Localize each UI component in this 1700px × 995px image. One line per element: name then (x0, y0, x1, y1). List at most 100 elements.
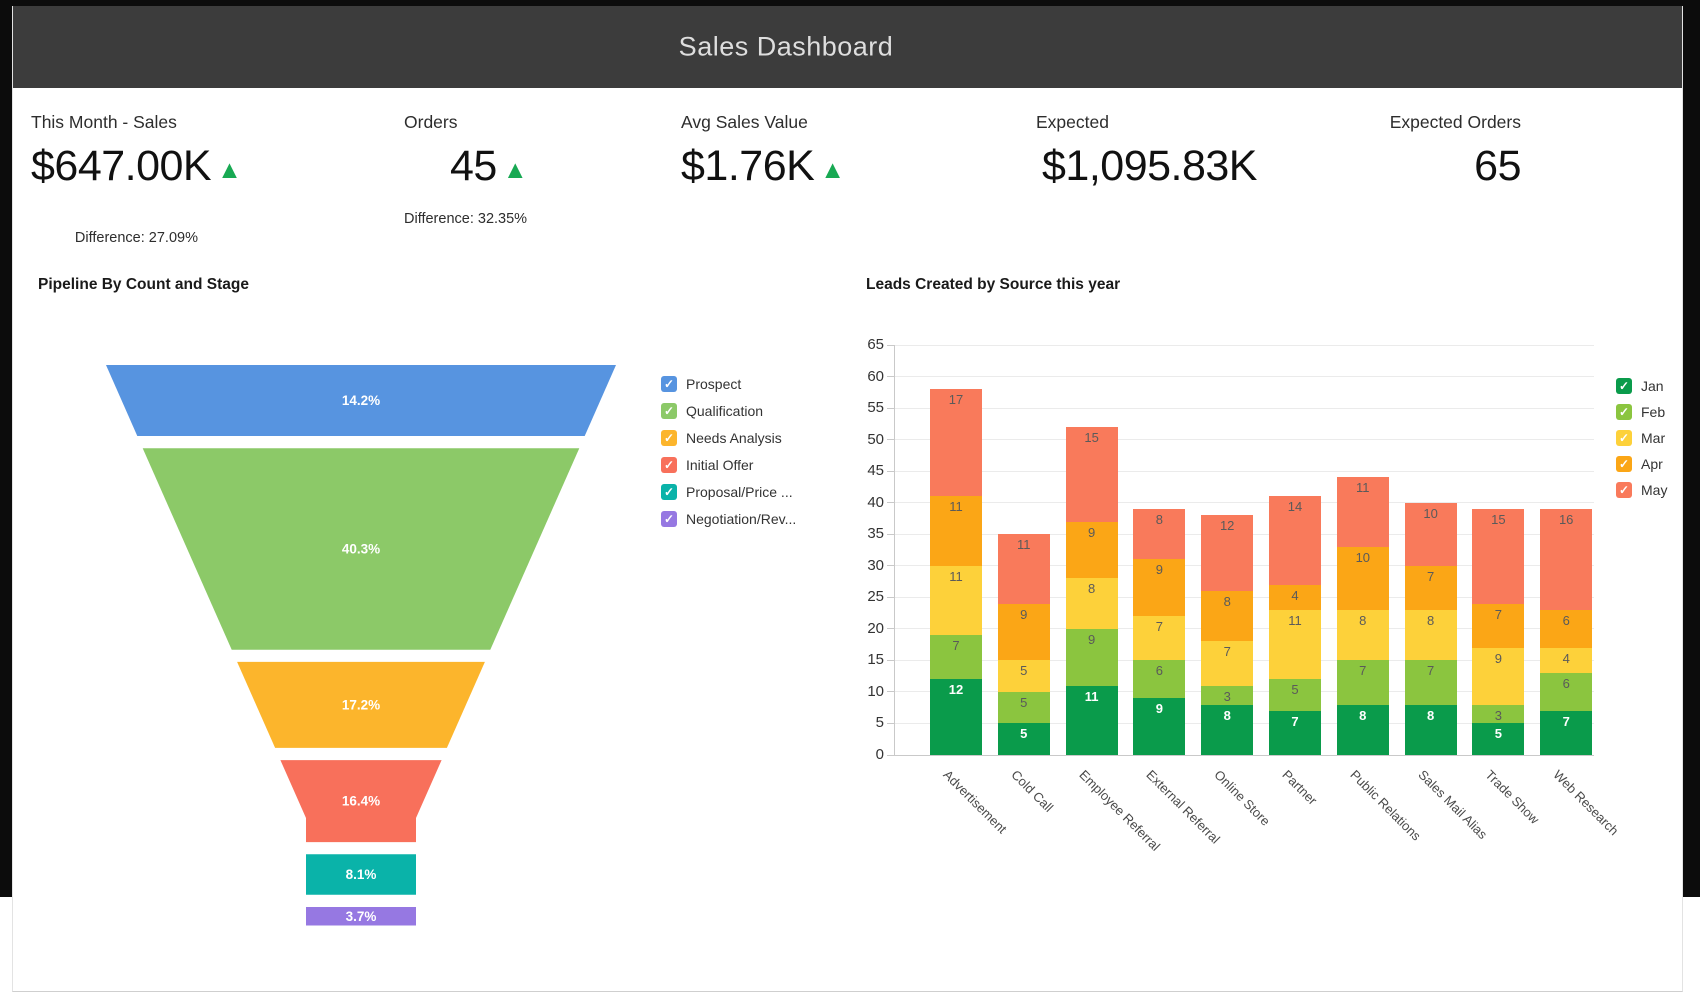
bar-value-label: 15 (1472, 512, 1524, 527)
bar-value-label: 9 (1066, 632, 1118, 647)
bar-value-label: 12 (930, 682, 982, 697)
x-axis-category-label: Sales Mail Alias (1415, 767, 1490, 842)
y-axis-tick-label: 20 (846, 620, 884, 637)
legend-item-label: May (1641, 482, 1667, 498)
legend-item-label: Initial Offer (686, 457, 753, 473)
bar-value-label: 9 (998, 607, 1050, 622)
bar-value-label: 8 (1337, 708, 1389, 723)
bar-value-label: 7 (1472, 607, 1524, 622)
kpi-this-month-sales: This Month - Sales $647.00K▲ Difference:… (31, 112, 242, 265)
bar-value-label: 7 (1540, 714, 1592, 729)
y-axis-tick (887, 376, 894, 377)
funnel-segment-label: 40.3% (342, 541, 380, 556)
legend-item-negotiation-rev-[interactable]: ✓Negotiation/Rev... (661, 511, 796, 527)
bar-value-label: 3 (1201, 689, 1253, 704)
bar-value-label: 9 (1133, 701, 1185, 716)
kpi-value: $1,095.83K (1042, 142, 1257, 190)
legend-item-may[interactable]: ✓ May (1616, 482, 1667, 498)
legend-checkbox-icon: ✓ (661, 457, 677, 473)
dashboard-card: Sales Dashboard This Month - Sales $647.… (12, 6, 1683, 992)
gridline (894, 439, 1594, 440)
sales-dashboard: { "header": { "title": "Sales Dashboard"… (0, 0, 1700, 995)
kpi-label: Expected Orders (1379, 112, 1521, 133)
bar-value-label: 5 (1472, 726, 1524, 741)
legend-item-apr[interactable]: ✓Apr (1616, 456, 1667, 472)
legend-checkbox-icon: ✓ (661, 430, 677, 446)
y-axis-tick-label: 15 (846, 651, 884, 668)
bar-value-label: 11 (930, 499, 982, 514)
y-axis-tick-label: 40 (846, 494, 884, 511)
bar-value-label: 8 (1405, 613, 1457, 628)
y-axis-tick-label: 45 (846, 462, 884, 479)
legend-checkbox-icon: ✓ (1616, 482, 1632, 498)
kpi-value: $647.00K (31, 142, 211, 190)
legend-item-qualification[interactable]: ✓Qualification (661, 403, 796, 419)
legend-item-feb[interactable]: ✓ Feb (1616, 404, 1667, 420)
legend-item-initial-offer[interactable]: ✓ Initial Offer (661, 457, 796, 473)
kpi-orders: Orders 45▲ Difference: 32.35% (404, 112, 528, 227)
x-axis-category-label: Trade Show (1483, 767, 1543, 827)
bar-value-label: 9 (1472, 651, 1524, 666)
legend-item-label: Needs Analysis (686, 430, 782, 446)
gridline (894, 471, 1594, 472)
kpi-difference: Difference: 27.09% (31, 211, 242, 265)
bar-value-label: 8 (1405, 708, 1457, 723)
y-axis-tick-label: 65 (846, 336, 884, 353)
legend-checkbox-icon: ✓ (1616, 404, 1632, 420)
legend-checkbox-icon: ✓ (661, 484, 677, 500)
bar-chart-legend: ✓Jan✓Feb✓Mar✓Apr✓May (1616, 378, 1667, 508)
kpi-difference: Difference: 32.35% (404, 211, 528, 227)
y-axis-tick (887, 597, 894, 598)
bar-value-label: 6 (1540, 613, 1592, 628)
bar-value-label: 16 (1540, 512, 1592, 527)
bar-value-label: 15 (1066, 430, 1118, 445)
legend-item-label: Apr (1641, 456, 1663, 472)
funnel-legend: ✓Prospect ✓Qualification ✓ Needs Analysis ✓ I… (661, 376, 796, 538)
y-axis-tick (887, 691, 894, 692)
y-axis-tick (887, 534, 894, 535)
bar-value-label: 14 (1269, 499, 1321, 514)
y-axis-tick (887, 502, 894, 503)
gridline (894, 502, 1594, 503)
page-title: Sales Dashboard (679, 32, 894, 63)
legend-item-proposal-price-[interactable]: ✓Proposal/Price ... (661, 484, 796, 500)
bar-value-label: 7 (1405, 663, 1457, 678)
legend-checkbox-icon: ✓ (661, 376, 677, 392)
funnel-chart-title: Pipeline By Count and Stage (38, 276, 249, 294)
legend-item-jan[interactable]: ✓Jan (1616, 378, 1667, 394)
bar-value-label: 9 (1133, 562, 1185, 577)
bar-value-label: 7 (1405, 569, 1457, 584)
kpi-label: This Month - Sales (31, 112, 242, 133)
kpi-expected: Expected $1,095.83K (1036, 112, 1257, 203)
bar-value-label: 6 (1540, 676, 1592, 691)
gridline (894, 408, 1594, 409)
y-axis-tick (887, 565, 894, 566)
legend-item-needs-analysis[interactable]: ✓ Needs Analysis (661, 430, 796, 446)
legend-item-mar[interactable]: ✓Mar (1616, 430, 1667, 446)
bar-value-label: 11 (1337, 480, 1389, 495)
x-axis-category-label: Cold Call (1008, 767, 1056, 815)
funnel-segment-label: 14.2% (342, 393, 380, 408)
y-axis-tick-label: 55 (846, 399, 884, 416)
bar-value-label: 7 (1269, 714, 1321, 729)
y-axis-line (894, 345, 895, 755)
legend-checkbox-icon: ✓ (1616, 430, 1632, 446)
y-axis-tick-label: 60 (846, 368, 884, 385)
bar-value-label: 8 (1201, 708, 1253, 723)
trend-up-icon: ▲ (503, 143, 528, 197)
bar-value-label: 11 (1269, 613, 1321, 628)
y-axis-tick (887, 628, 894, 629)
legend-item-label: Negotiation/Rev... (686, 511, 796, 527)
y-axis-tick (887, 723, 894, 724)
legend-item-prospect[interactable]: ✓Prospect (661, 376, 796, 392)
bar-value-label: 5 (998, 726, 1050, 741)
x-axis-category-label: Partner (1279, 767, 1320, 808)
y-axis-tick (887, 345, 894, 346)
y-axis-tick (887, 471, 894, 472)
legend-item-label: Feb (1641, 404, 1665, 420)
y-axis-tick (887, 439, 894, 440)
bar-value-label: 9 (1066, 525, 1118, 540)
y-axis-tick (887, 408, 894, 409)
y-axis-tick (887, 755, 894, 756)
bar-value-label: 3 (1472, 708, 1524, 723)
